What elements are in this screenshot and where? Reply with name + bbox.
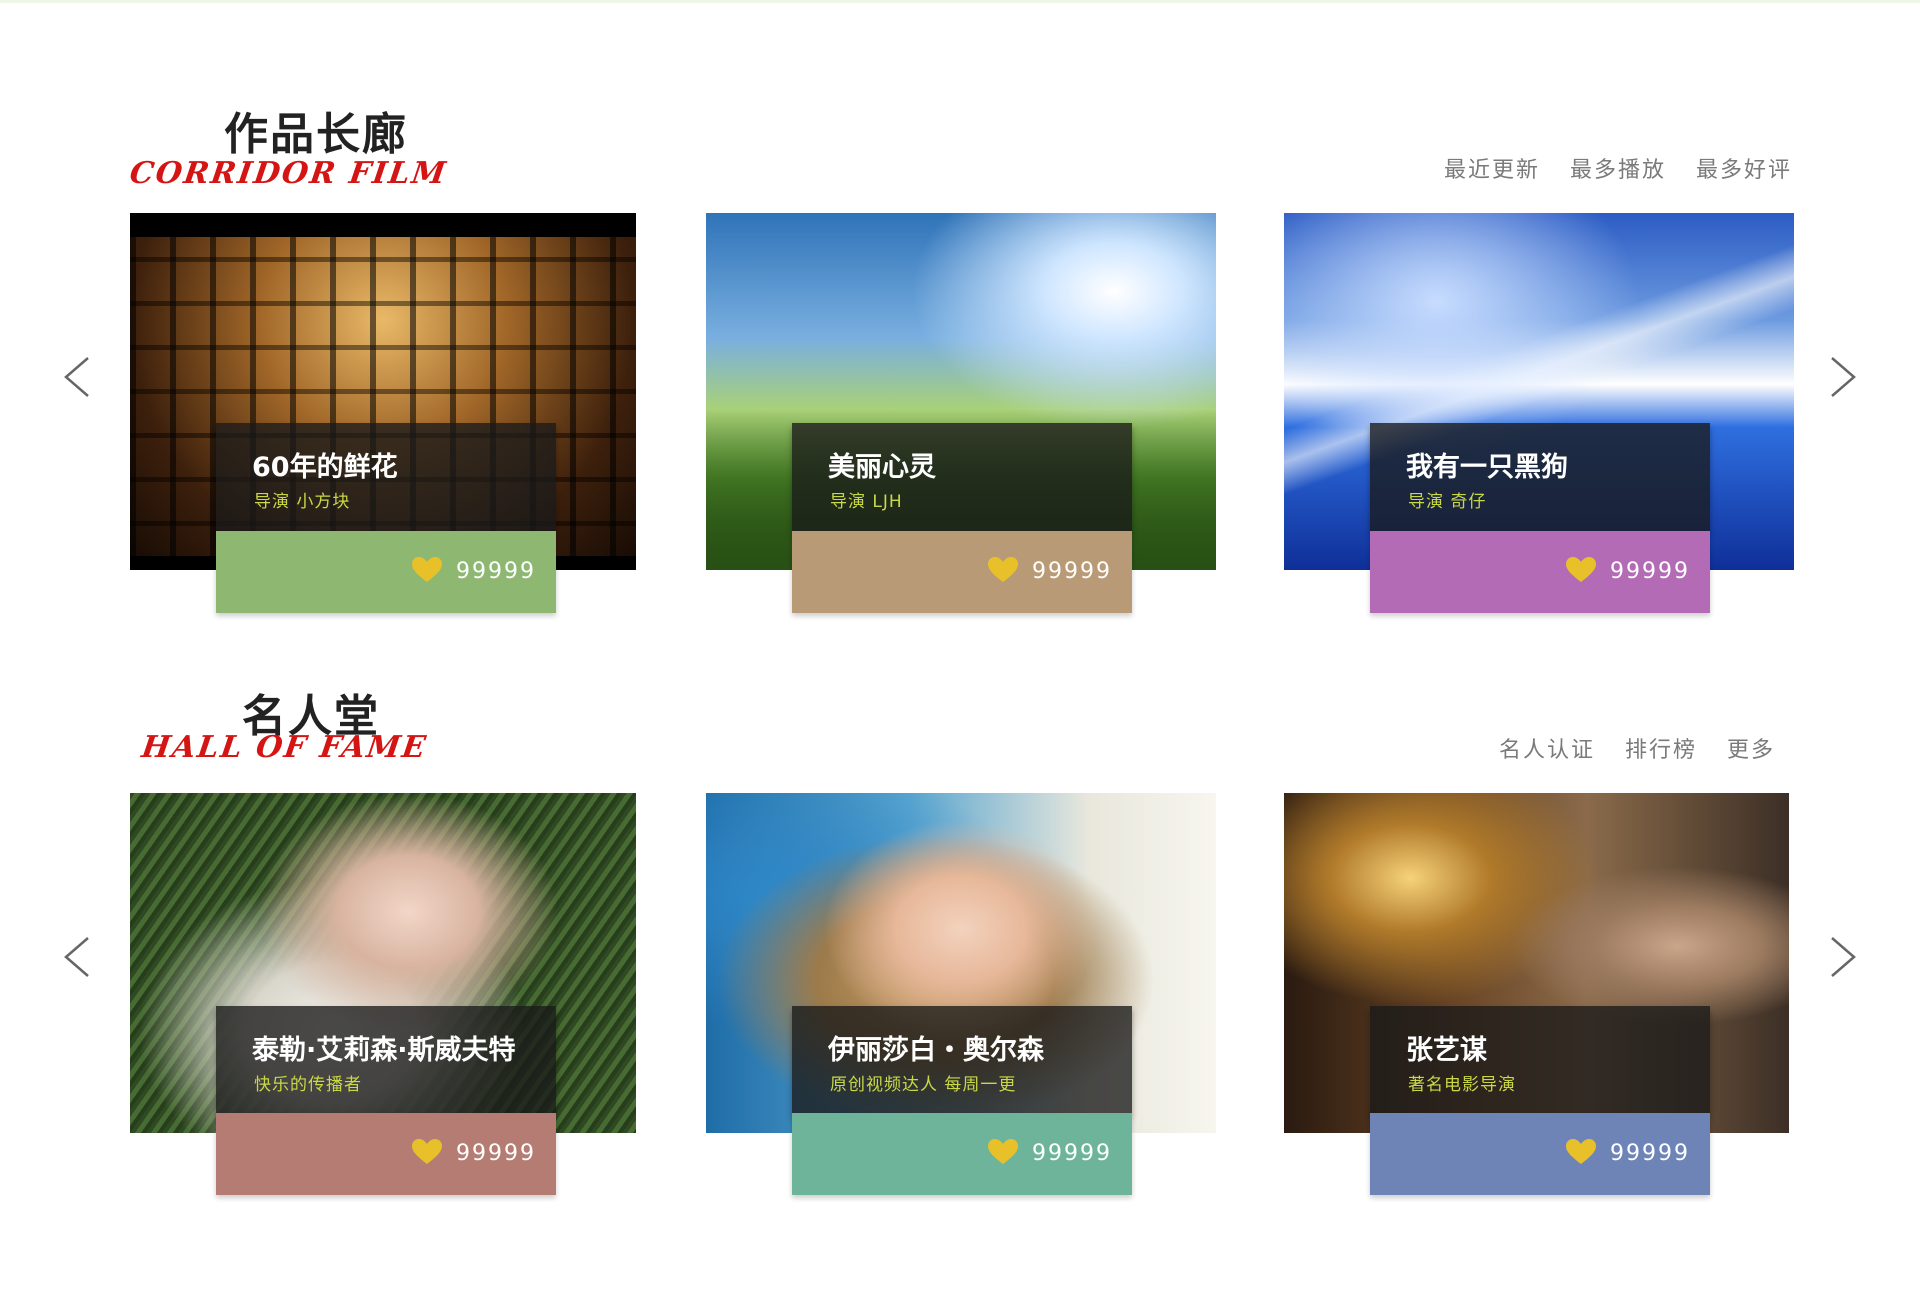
likes-count: 99999 — [456, 1141, 536, 1166]
next-arrow-icon[interactable] — [1822, 352, 1862, 402]
heart-icon — [1566, 1139, 1596, 1164]
filter-most-liked[interactable]: 最多好评 — [1696, 152, 1792, 184]
filter-tabs: 名人认证 排行榜 更多 — [1499, 732, 1775, 764]
likes-count: 99999 — [1032, 1141, 1112, 1166]
likes-bar[interactable]: 99999 — [1370, 531, 1710, 613]
likes-count: 99999 — [456, 559, 536, 584]
prev-arrow-icon[interactable] — [58, 932, 98, 982]
likes-bar[interactable]: 99999 — [792, 1113, 1132, 1195]
filter-celebrity-verified[interactable]: 名人认证 — [1499, 732, 1595, 764]
celebrity-card[interactable]: 伊丽莎白・奥尔森 原创视频达人 每周一更 99999 — [706, 793, 1216, 1195]
celebrity-card[interactable]: 张艺谋 著名电影导演 99999 — [1284, 793, 1794, 1195]
likes-count: 99999 — [1610, 559, 1690, 584]
likes-count: 99999 — [1032, 559, 1112, 584]
film-card[interactable]: 我有一只黑狗 导演 奇仔 99999 — [1284, 213, 1794, 613]
likes-bar[interactable]: 99999 — [1370, 1113, 1710, 1195]
heart-icon — [988, 557, 1018, 582]
celebrity-card[interactable]: 泰勒·艾莉森·斯威夫特 快乐的传播者 99999 — [130, 793, 636, 1195]
film-director: 导演 奇仔 — [1408, 492, 1487, 512]
section-subtitle: HALL OF FAME — [139, 730, 430, 765]
film-info-panel: 60年的鲜花 导演 小方块 — [216, 423, 556, 531]
film-title: 美丽心灵 — [828, 452, 936, 483]
film-director: 导演 LJH — [830, 492, 903, 512]
film-card[interactable]: 60年的鲜花 导演 小方块 99999 — [130, 213, 636, 613]
filter-recent-updates[interactable]: 最近更新 — [1444, 152, 1540, 184]
likes-bar[interactable]: 99999 — [792, 531, 1132, 613]
celebrity-info-panel: 张艺谋 著名电影导演 — [1370, 1006, 1710, 1114]
film-title: 60年的鲜花 — [252, 452, 398, 483]
celebrity-tagline: 原创视频达人 每周一更 — [830, 1075, 1017, 1095]
celebrity-name: 泰勒·艾莉森·斯威夫特 — [252, 1035, 516, 1066]
celebrity-name: 张艺谋 — [1406, 1035, 1487, 1066]
celebrity-tagline: 快乐的传播者 — [254, 1075, 362, 1095]
celebrity-info-panel: 伊丽莎白・奥尔森 原创视频达人 每周一更 — [792, 1006, 1132, 1114]
next-arrow-icon[interactable] — [1822, 932, 1862, 982]
filter-more[interactable]: 更多 — [1727, 732, 1775, 764]
celebrity-tagline: 著名电影导演 — [1408, 1075, 1516, 1095]
heart-icon — [412, 1139, 442, 1164]
film-info-panel: 美丽心灵 导演 LJH — [792, 423, 1132, 531]
celebrity-info-panel: 泰勒·艾莉森·斯威夫特 快乐的传播者 — [216, 1006, 556, 1114]
filter-tabs: 最近更新 最多播放 最多好评 — [1444, 152, 1792, 184]
likes-bar[interactable]: 99999 — [216, 531, 556, 613]
film-title: 我有一只黑狗 — [1406, 452, 1568, 483]
film-card[interactable]: 美丽心灵 导演 LJH 99999 — [706, 213, 1216, 613]
celebrity-name: 伊丽莎白・奥尔森 — [828, 1035, 1044, 1066]
heart-icon — [988, 1139, 1018, 1164]
section-subtitle: CORRIDOR FILM — [127, 156, 450, 191]
film-director: 导演 小方块 — [254, 492, 351, 512]
likes-count: 99999 — [1610, 1141, 1690, 1166]
top-divider — [0, 0, 1920, 3]
film-info-panel: 我有一只黑狗 导演 奇仔 — [1370, 423, 1710, 531]
likes-bar[interactable]: 99999 — [216, 1113, 556, 1195]
filter-ranking[interactable]: 排行榜 — [1625, 732, 1697, 764]
heart-icon — [412, 557, 442, 582]
section-title: 作品长廊 — [224, 109, 408, 160]
filter-most-played[interactable]: 最多播放 — [1570, 152, 1666, 184]
heart-icon — [1566, 557, 1596, 582]
prev-arrow-icon[interactable] — [58, 352, 98, 402]
